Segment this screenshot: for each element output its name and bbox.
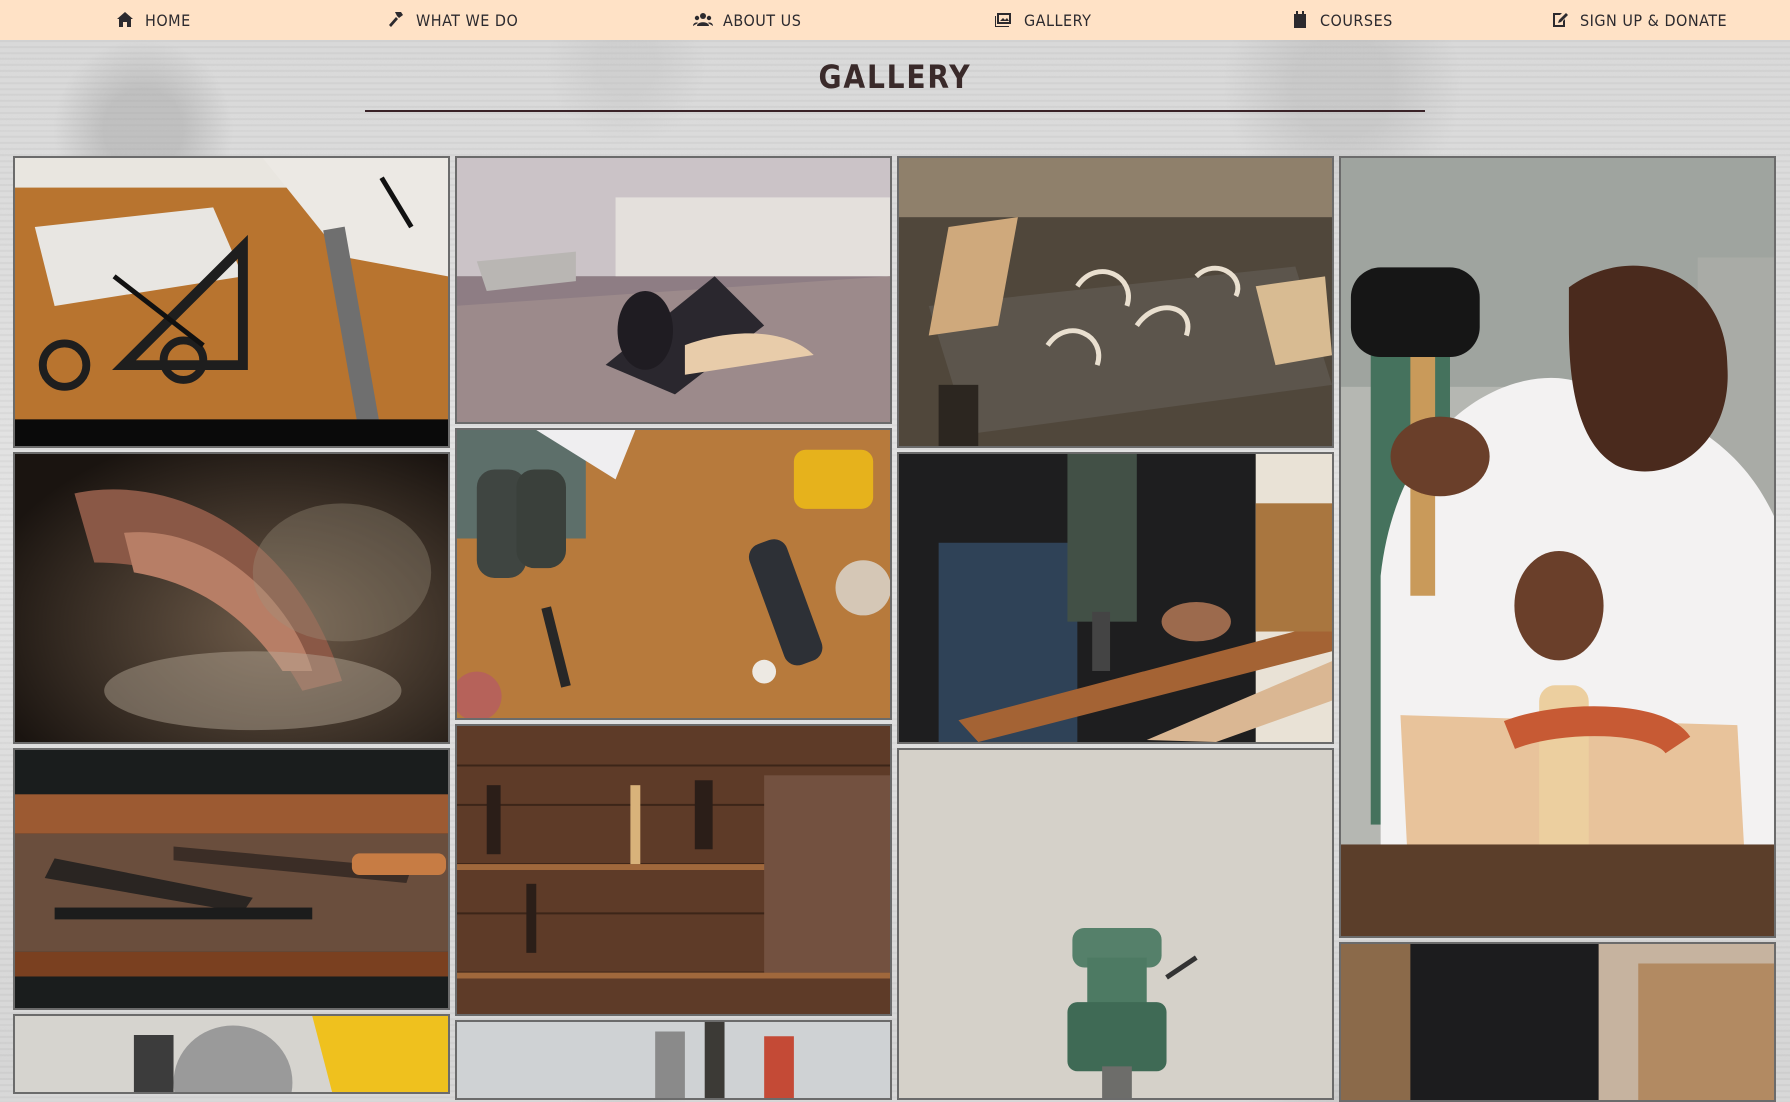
- gallery-image-drilling-board[interactable]: [897, 452, 1334, 744]
- nav-item-home[interactable]: HOME: [115, 0, 191, 40]
- nav-label: GALLERY: [1024, 10, 1092, 30]
- hammer-icon: [389, 12, 403, 27]
- gallery-image-drill-press[interactable]: [897, 748, 1334, 1100]
- gallery-image-sawdust-hands[interactable]: [13, 452, 450, 744]
- gallery-image-workshop-fair[interactable]: [455, 1020, 892, 1100]
- images-icon: [995, 13, 1011, 27]
- calendar-icon: [1294, 11, 1306, 28]
- gallery-image-power-tools[interactable]: [455, 428, 892, 720]
- nav-item-sign-up-donate[interactable]: SIGN UP & DONATE: [1550, 0, 1727, 40]
- nav-item-about-us[interactable]: ABOUT US: [693, 0, 801, 40]
- title-divider: [365, 110, 1425, 112]
- top-nav: HOME WHAT WE DO ABOUT US GALLERY COURSES…: [0, 0, 1790, 40]
- users-icon: [693, 13, 713, 26]
- gallery-image-circular-saw[interactable]: [13, 1014, 450, 1094]
- gallery-image-hand-tools[interactable]: [13, 748, 450, 1010]
- nav-item-courses[interactable]: COURSES: [1290, 0, 1393, 40]
- home-icon: [117, 12, 133, 27]
- gallery-image-hand-plane[interactable]: [455, 156, 892, 424]
- nav-label: ABOUT US: [723, 10, 802, 30]
- gallery-image-workbench-shavings[interactable]: [897, 156, 1334, 448]
- gallery-image-wood-carver[interactable]: [1339, 156, 1776, 938]
- page-title: GALLERY: [818, 58, 972, 96]
- nav-item-gallery[interactable]: GALLERY: [994, 0, 1091, 40]
- nav-label: COURSES: [1320, 10, 1393, 30]
- nav-label: HOME: [145, 10, 191, 30]
- signup-icon: [1553, 13, 1568, 27]
- nav-item-what-we-do[interactable]: WHAT WE DO: [386, 0, 518, 40]
- nav-label: SIGN UP & DONATE: [1580, 10, 1728, 30]
- gallery-image-drafting-tools[interactable]: [13, 156, 450, 448]
- gallery-image-woodshop-worker[interactable]: [1339, 942, 1776, 1102]
- nav-label: WHAT WE DO: [416, 10, 519, 30]
- gallery-image-workshop-wall[interactable]: [455, 724, 892, 1016]
